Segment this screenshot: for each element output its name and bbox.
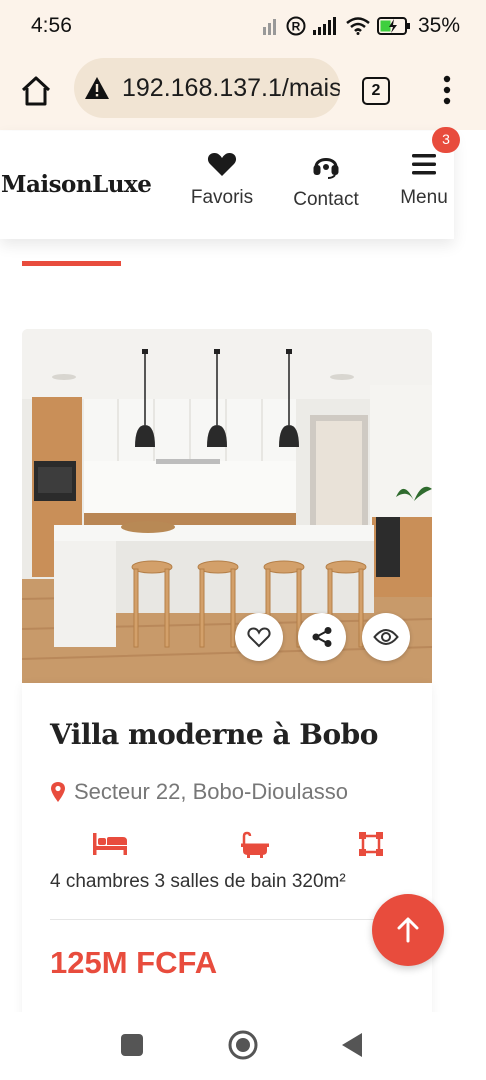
hamburger-icon xyxy=(412,154,436,175)
warning-icon xyxy=(85,77,109,99)
home-icon[interactable] xyxy=(19,74,53,108)
url-text: 192.168.137.1/mais xyxy=(122,74,340,102)
more-options-icon[interactable] xyxy=(442,74,452,106)
scroll-to-top-button[interactable] xyxy=(372,894,444,966)
property-price: 125M FCFA xyxy=(50,945,218,980)
cell-signal-icon xyxy=(312,17,336,35)
nav-contact-label: Contact xyxy=(293,189,359,210)
headset-icon xyxy=(313,158,339,179)
card-divider xyxy=(50,919,404,920)
wifi-icon xyxy=(346,17,370,35)
property-title[interactable]: Villa moderne à Bobo xyxy=(50,718,378,751)
share-button[interactable] xyxy=(298,613,346,661)
nav-favoris-label: Favoris xyxy=(190,187,254,208)
svg-text:R: R xyxy=(292,20,301,34)
site-logo[interactable]: MaisonLuxe xyxy=(1,171,152,198)
nav-favoris[interactable]: Favoris xyxy=(186,151,258,209)
status-time: 4:56 xyxy=(31,14,72,37)
area-icon xyxy=(359,832,383,856)
property-location: Secteur 22, Bobo-Dioulasso xyxy=(50,779,348,805)
view-button[interactable] xyxy=(362,613,410,661)
property-image[interactable] xyxy=(22,329,432,683)
features-icons xyxy=(22,831,432,861)
nav-menu[interactable]: Menu xyxy=(394,151,454,209)
tab-switcher-button[interactable]: 2 xyxy=(362,77,390,105)
section-accent-line xyxy=(22,261,121,266)
bathtub-icon xyxy=(241,831,269,858)
address-bar[interactable]: 192.168.137.1/mais xyxy=(74,58,340,118)
battery-percent: 35% xyxy=(417,14,460,37)
nav-menu-label: Menu xyxy=(400,187,448,208)
heart-icon xyxy=(207,153,237,176)
status-bar: 4:56 R 35% xyxy=(0,0,486,50)
nav-contact[interactable]: Contact xyxy=(285,151,367,211)
status-icons: R 35% xyxy=(262,14,460,38)
location-text: Secteur 22, Bobo-Dioulasso xyxy=(74,779,348,804)
bed-icon xyxy=(93,833,127,855)
location-pin-icon xyxy=(51,782,65,802)
home-button[interactable] xyxy=(227,1029,259,1061)
eye-icon xyxy=(373,629,399,645)
browser-toolbar: 192.168.137.1/mais 2 xyxy=(0,50,486,130)
property-features: 4 chambres 3 salles de bain 320m² xyxy=(50,871,346,892)
arrow-up-icon xyxy=(397,917,419,943)
property-details: Villa moderne à Bobo Secteur 22, Bobo-Di… xyxy=(22,683,432,1029)
system-navigation-bar xyxy=(0,1012,486,1080)
favorite-button[interactable] xyxy=(235,613,283,661)
property-card[interactable]: Villa moderne à Bobo Secteur 22, Bobo-Di… xyxy=(22,329,432,1029)
share-icon xyxy=(312,627,332,647)
signal-icon xyxy=(262,19,276,35)
site-header: MaisonLuxe Favoris Contact Menu xyxy=(0,131,454,239)
recents-button[interactable] xyxy=(121,1034,143,1056)
back-button[interactable] xyxy=(340,1032,364,1058)
menu-badge: 3 xyxy=(432,127,460,153)
heart-outline-icon xyxy=(247,627,271,648)
registered-icon: R xyxy=(286,16,306,36)
battery-icon xyxy=(376,17,410,35)
